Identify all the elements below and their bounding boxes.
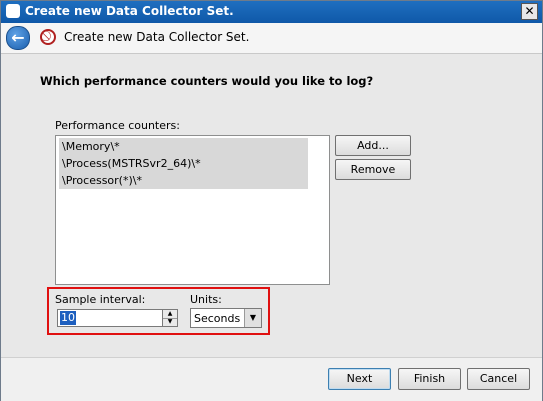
units-value: Seconds	[194, 312, 241, 325]
close-button[interactable]: ✕	[521, 3, 538, 20]
counters-listbox[interactable]: \Memory\* \Process(MSTRSvr2_64)\* \Proce…	[55, 135, 330, 285]
sample-interval-label: Sample interval:	[55, 293, 146, 306]
add-button[interactable]: Add...	[335, 135, 411, 156]
title-bar: Create new Data Collector Set. ✕	[1, 1, 542, 23]
next-button[interactable]: Next	[328, 368, 391, 390]
units-select[interactable]: Seconds ▼	[190, 308, 262, 328]
sample-interval-value: 10	[60, 311, 76, 325]
wizard-title: Create new Data Collector Set.	[64, 30, 250, 44]
page-question: Which performance counters would you lik…	[40, 74, 374, 88]
remove-button[interactable]: Remove	[335, 159, 411, 180]
sample-interval-input[interactable]: 10	[57, 309, 163, 327]
dialog-window: Create new Data Collector Set. ✕ ← ⃠ Cre…	[0, 0, 543, 401]
chevron-down-icon[interactable]: ▼	[244, 309, 261, 327]
wizard-header: ← ⃠ Create new Data Collector Set.	[1, 23, 542, 54]
spin-down-icon[interactable]: ▼	[163, 318, 177, 326]
cancel-button[interactable]: Cancel	[467, 368, 530, 390]
performance-monitor-icon: ⃠	[40, 29, 56, 45]
counters-label: Performance counters:	[55, 119, 180, 132]
interval-spinner[interactable]: ▲ ▼	[162, 309, 178, 327]
units-label: Units:	[190, 293, 222, 306]
window-title: Create new Data Collector Set.	[25, 4, 234, 18]
finish-button[interactable]: Finish	[398, 368, 461, 390]
data-collector-icon	[6, 4, 20, 18]
back-arrow-icon[interactable]: ←	[6, 26, 30, 50]
list-item[interactable]: \Memory\*	[59, 138, 308, 155]
list-item[interactable]: \Process(MSTRSvr2_64)\*	[59, 155, 308, 172]
list-item[interactable]: \Processor(*)\*	[59, 172, 308, 189]
